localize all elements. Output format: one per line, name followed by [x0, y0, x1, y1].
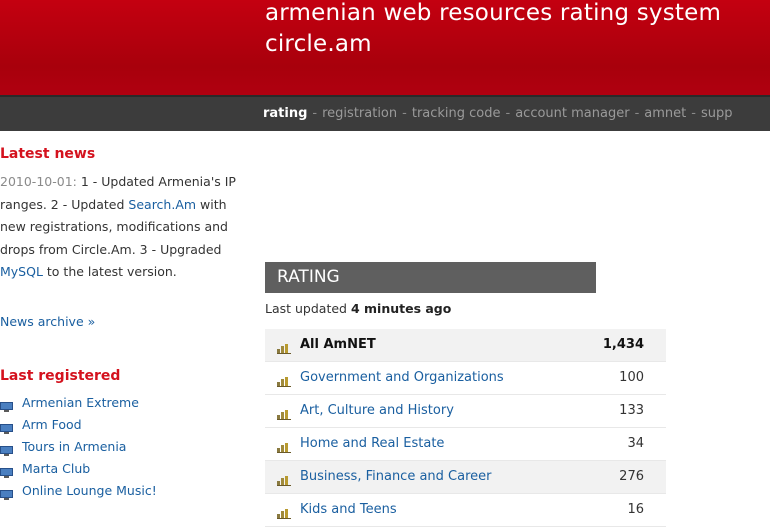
rating-table: All AmNET 1,434 Government and Organizat… [265, 329, 666, 527]
nav-separator: - [505, 106, 511, 121]
nav-rating[interactable]: rating [263, 106, 307, 121]
site-domain: circle.am [265, 31, 372, 57]
list-item: Marta Club [0, 459, 157, 481]
category-count: 34 [627, 436, 644, 451]
category-count: 100 [619, 370, 644, 385]
news-date: 2010-10-01: [0, 174, 77, 189]
monitor-icon [0, 420, 13, 434]
table-row: Government and Organizations 100 [265, 362, 666, 395]
search-am-link[interactable]: Search.Am [128, 197, 196, 212]
bar-chart-icon [277, 504, 291, 523]
main-nav: rating - registration - tracking code - accoun… [0, 95, 770, 131]
latest-news-text: 2010-10-01: 1 - Updated Armenia's IP ran… [0, 171, 250, 284]
table-row: Kids and Teens 16 [265, 494, 666, 527]
category-link[interactable]: Home and Real Estate [300, 436, 444, 451]
list-item: Armenian Extreme [0, 393, 157, 415]
monitor-icon [0, 442, 13, 456]
category-count: 16 [627, 502, 644, 517]
monitor-icon [0, 398, 13, 412]
nav-account-manager[interactable]: account manager [515, 106, 629, 121]
registered-site-link[interactable]: Tours in Armenia [22, 439, 126, 454]
category-link[interactable]: Business, Finance and Career [300, 469, 492, 484]
last-registered-list: Armenian Extreme Arm Food Tours in Armen… [0, 393, 157, 503]
table-row: Business, Finance and Career 276 [265, 461, 666, 494]
list-item: Online Lounge Music! [0, 481, 157, 503]
bar-chart-icon [277, 339, 291, 358]
registered-site-link[interactable]: Armenian Extreme [22, 395, 139, 410]
last-updated: Last updated 4 minutes ago [265, 301, 451, 316]
monitor-icon [0, 464, 13, 478]
category-name: All AmNET [300, 337, 376, 352]
news-archive-link[interactable]: News archive » [0, 314, 95, 329]
category-count: 133 [619, 403, 644, 418]
category-link[interactable]: Kids and Teens [300, 502, 397, 517]
site-title: armenian web resources rating system [265, 0, 722, 26]
news-text: to the latest version. [42, 264, 177, 280]
registered-site-link[interactable]: Marta Club [22, 461, 90, 476]
nav-list: rating - registration - tracking code - accoun… [263, 106, 732, 121]
last-updated-value: 4 minutes ago [350, 301, 452, 316]
nav-separator: - [634, 106, 640, 121]
category-link[interactable]: Art, Culture and History [300, 403, 454, 418]
category-count: 1,434 [602, 337, 644, 352]
category-count: 276 [619, 469, 644, 484]
bar-chart-icon [277, 405, 291, 424]
latest-news-heading: Latest news [0, 146, 96, 162]
nav-separator: - [402, 106, 407, 121]
nav-separator: - [312, 106, 318, 121]
table-row: Home and Real Estate 34 [265, 428, 666, 461]
last-registered-heading: Last registered [0, 368, 121, 384]
bar-chart-icon [277, 471, 291, 490]
nav-support[interactable]: supp [701, 106, 733, 121]
site-header: armenian web resources rating system cir… [0, 0, 770, 95]
bar-chart-icon [277, 438, 291, 457]
monitor-icon [0, 486, 13, 500]
nav-amnet[interactable]: amnet [644, 106, 686, 121]
category-link[interactable]: Government and Organizations [300, 370, 504, 385]
nav-tracking-code[interactable]: tracking code [412, 106, 501, 121]
mysql-link[interactable]: MySQL [0, 264, 43, 279]
rating-header: RATING [265, 262, 596, 293]
nav-registration[interactable]: registration [322, 106, 397, 121]
registered-site-link[interactable]: Online Lounge Music! [22, 483, 157, 498]
nav-separator: - [691, 106, 696, 121]
table-row: Art, Culture and History 133 [265, 395, 666, 428]
registered-site-link[interactable]: Arm Food [22, 417, 82, 432]
table-row: All AmNET 1,434 [265, 329, 666, 362]
last-updated-label: Last updated [265, 301, 351, 316]
bar-chart-icon [277, 372, 291, 391]
list-item: Arm Food [0, 415, 157, 437]
list-item: Tours in Armenia [0, 437, 157, 459]
